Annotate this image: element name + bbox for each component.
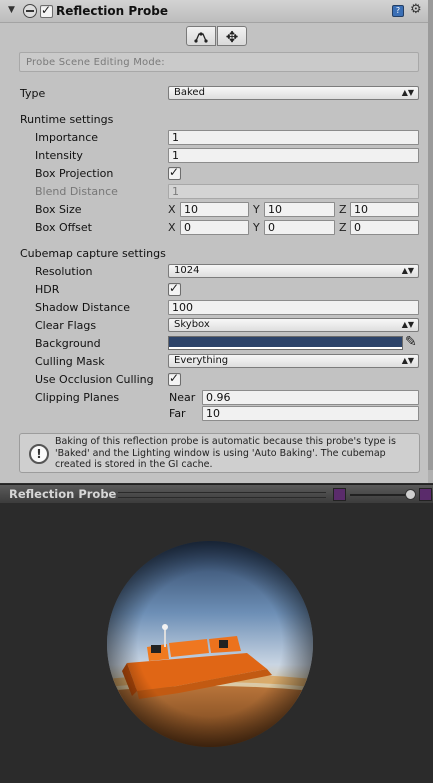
exposure-slider[interactable] (350, 494, 412, 496)
help-book-icon[interactable]: ? (392, 5, 404, 17)
culling-mask-label: Culling Mask (35, 355, 105, 368)
box-offset-y-field[interactable]: 0 (264, 220, 335, 235)
inspector-panel: ▼ ✓ Reflection Probe ? ⚙ ✥ Probe Scene E… (0, 0, 428, 483)
component-title: Reflection Probe (56, 4, 169, 18)
culling-mask-dropdown[interactable]: Everything ▲▼ (168, 354, 419, 368)
near-label: Near (169, 391, 196, 404)
box-projection-checkbox[interactable]: ✓ (168, 165, 181, 180)
resolution-dropdown[interactable]: 1024 ▲▼ (168, 264, 419, 278)
gear-icon[interactable]: ⚙ (410, 2, 422, 17)
clear-flags-value: Skybox (174, 319, 210, 330)
box-offset-label: Box Offset (35, 221, 92, 234)
resolution-value: 1024 (174, 265, 200, 276)
foldout-arrow-icon[interactable]: ▼ (8, 5, 15, 15)
info-help-box: ! Baking of this reflection probe is aut… (19, 433, 420, 473)
reflection-sphere-preview[interactable] (107, 541, 313, 747)
type-dropdown[interactable]: Baked ▲▼ (168, 86, 419, 100)
edit-origin-button[interactable]: ✥ (217, 26, 247, 46)
box-size-x-axis: X (168, 203, 176, 216)
near-clip-field[interactable]: 0.96 (202, 390, 419, 405)
preview-area (0, 503, 433, 783)
dropdown-arrow-icon: ▲▼ (401, 88, 414, 97)
intensity-field[interactable]: 1 (168, 148, 419, 163)
component-header[interactable]: ▼ ✓ Reflection Probe ? ⚙ (0, 0, 428, 23)
inspector-scrollbar[interactable] (428, 0, 433, 483)
cubemap-settings-heading: Cubemap capture settings (20, 247, 166, 260)
preview-header: Reflection Probe (0, 484, 433, 504)
culling-mask-value: Everything (174, 355, 229, 366)
occlusion-culling-label: Use Occlusion Culling (35, 373, 154, 386)
checker-background-icon[interactable] (419, 488, 432, 501)
eyedropper-icon[interactable]: ✎ (405, 334, 417, 350)
edit-mode-buttons: ✥ (186, 26, 248, 46)
intensity-label: Intensity (35, 149, 83, 162)
dropdown-arrow-icon: ▲▼ (401, 356, 414, 365)
runtime-settings-heading: Runtime settings (20, 113, 114, 126)
dropdown-arrow-icon: ▲▼ (401, 320, 414, 329)
scrollbar-thumb[interactable] (428, 0, 433, 470)
box-offset-z-axis: Z (339, 221, 347, 234)
exposure-slider-thumb[interactable] (405, 489, 416, 500)
edit-bounds-icon (194, 32, 208, 43)
importance-field[interactable]: 1 (168, 130, 419, 145)
background-label: Background (35, 337, 101, 350)
hdr-label: HDR (35, 283, 60, 296)
occlusion-culling-checkbox[interactable]: ✓ (168, 371, 181, 386)
box-size-label: Box Size (35, 203, 82, 216)
importance-label: Importance (35, 131, 99, 144)
box-size-z-field[interactable]: 10 (350, 202, 419, 217)
type-label: Type (20, 87, 46, 100)
mip-level-icon[interactable] (333, 488, 346, 501)
box-offset-x-field[interactable]: 0 (180, 220, 249, 235)
blend-distance-field: 1 (168, 184, 419, 199)
edit-bounds-button[interactable] (186, 26, 216, 46)
type-value: Baked (174, 87, 205, 98)
checkmark-icon: ✓ (169, 165, 180, 179)
reflection-probe-icon (23, 4, 37, 18)
far-label: Far (169, 407, 186, 420)
clipping-planes-label: Clipping Planes (35, 391, 120, 404)
component-enabled-checkbox[interactable]: ✓ (40, 3, 53, 18)
resolution-label: Resolution (35, 265, 93, 278)
blend-distance-label: Blend Distance (35, 185, 118, 198)
box-size-z-axis: Z (339, 203, 347, 216)
alpha-bar (169, 347, 402, 349)
clear-flags-dropdown[interactable]: Skybox ▲▼ (168, 318, 419, 332)
help-message: Baking of this reflection probe is autom… (55, 436, 396, 470)
checkmark-icon: ✓ (169, 281, 180, 295)
shadow-distance-label: Shadow Distance (35, 301, 130, 314)
hdr-checkbox[interactable]: ✓ (168, 281, 181, 296)
far-clip-field[interactable]: 10 (202, 406, 419, 421)
background-color-field[interactable] (168, 336, 403, 350)
box-offset-x-axis: X (168, 221, 176, 234)
drag-grip[interactable] (118, 492, 326, 498)
info-icon: ! (29, 444, 49, 464)
box-offset-z-field[interactable]: 0 (350, 220, 419, 235)
checkmark-icon: ✓ (169, 371, 180, 385)
probe-scene-editing-mode: Probe Scene Editing Mode: (19, 52, 419, 72)
box-size-y-axis: Y (253, 203, 260, 216)
clear-flags-label: Clear Flags (35, 319, 97, 332)
box-size-x-field[interactable]: 10 (180, 202, 249, 217)
box-offset-y-axis: Y (253, 221, 260, 234)
move-arrows-icon: ✥ (225, 28, 239, 46)
dropdown-arrow-icon: ▲▼ (401, 266, 414, 275)
preview-title: Reflection Probe (9, 487, 117, 501)
box-size-y-field[interactable]: 10 (264, 202, 335, 217)
box-projection-label: Box Projection (35, 167, 114, 180)
shadow-distance-field[interactable]: 100 (168, 300, 419, 315)
checkmark-icon: ✓ (41, 3, 52, 17)
